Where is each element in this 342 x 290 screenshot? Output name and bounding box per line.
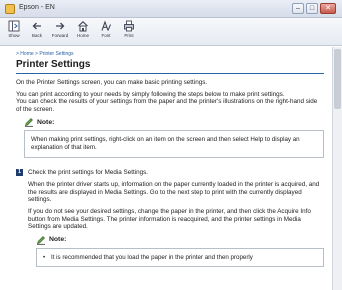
help-content: > Home > Printer Settings Printer Settin… (0, 47, 332, 290)
note-label-2: Note: (49, 236, 67, 244)
note-heading: Note: (24, 117, 324, 128)
note-bullet-text: It is recommended that you load the pape… (51, 253, 253, 261)
show-button[interactable]: Show (3, 20, 25, 44)
help-app-icon (5, 4, 15, 14)
print-icon (124, 20, 134, 32)
maximize-button[interactable]: □ (306, 3, 318, 14)
help-window: Epson - EN – □ ✕ Show Back Forward Home … (0, 0, 342, 290)
page-title: Printer Settings (16, 59, 91, 70)
window-controls: – □ ✕ (292, 3, 336, 14)
note-label: Note: (37, 118, 55, 126)
note-box-2: • It is recommended that you load the pa… (36, 247, 324, 268)
step-1-body: When the printer driver starts up, infor… (28, 181, 324, 231)
window-title: Epson - EN (19, 4, 55, 11)
step-heading: Check the print settings for Media Setti… (28, 168, 149, 176)
scrollbar-thumb[interactable] (334, 49, 341, 109)
home-button[interactable]: Home (72, 20, 94, 44)
back-label: Back (31, 33, 42, 38)
home-label: Home (76, 33, 89, 38)
font-label: Font (101, 33, 111, 38)
font-button[interactable]: Font (95, 20, 117, 44)
back-arrow-icon (32, 22, 41, 30)
step-1: 1 Check the print settings for Media Set… (16, 168, 324, 177)
bullet-dot: • (43, 253, 46, 261)
close-button[interactable]: ✕ (320, 3, 336, 14)
intro-paragraph-2: You can print according to your needs by… (16, 90, 285, 98)
home-icon (78, 21, 88, 32)
show-label: Show (8, 33, 20, 38)
back-button[interactable]: Back (26, 20, 48, 44)
note-heading-2: Note: (36, 235, 324, 245)
vertical-scrollbar[interactable] (332, 47, 342, 290)
note-bullet: • It is recommended that you load the pa… (43, 254, 317, 262)
note-box: When making print settings, right-click … (24, 130, 324, 158)
toolbar: Show Back Forward Home Font Print (0, 18, 342, 46)
forward-arrow-icon (56, 22, 65, 30)
minimize-button[interactable]: – (292, 3, 304, 14)
pencil-icon (37, 235, 45, 245)
title-divider (16, 73, 324, 74)
show-pane-icon (8, 20, 20, 32)
forward-label: Forward (51, 33, 69, 38)
pencil-icon (25, 118, 33, 128)
step-1-paragraph-2: If you do not see your desired settings,… (28, 207, 311, 231)
title-bar: Epson - EN – □ ✕ (0, 0, 342, 18)
print-button[interactable]: Print (118, 20, 140, 44)
step-number: 1 (16, 168, 23, 176)
intro-paragraph-3: You can check the results of your settin… (16, 98, 318, 113)
step-1-paragraph-1: When the printer driver starts up, infor… (28, 181, 320, 204)
forward-button[interactable]: Forward (49, 20, 71, 44)
font-icon (101, 20, 111, 31)
breadcrumb[interactable]: > Home > Printer Settings (16, 51, 324, 57)
intro-paragraph-1: On the Printer Settings screen, you can … (16, 79, 208, 86)
note-text: When making print settings, right-click … (31, 136, 300, 151)
print-label: Print (124, 33, 134, 38)
